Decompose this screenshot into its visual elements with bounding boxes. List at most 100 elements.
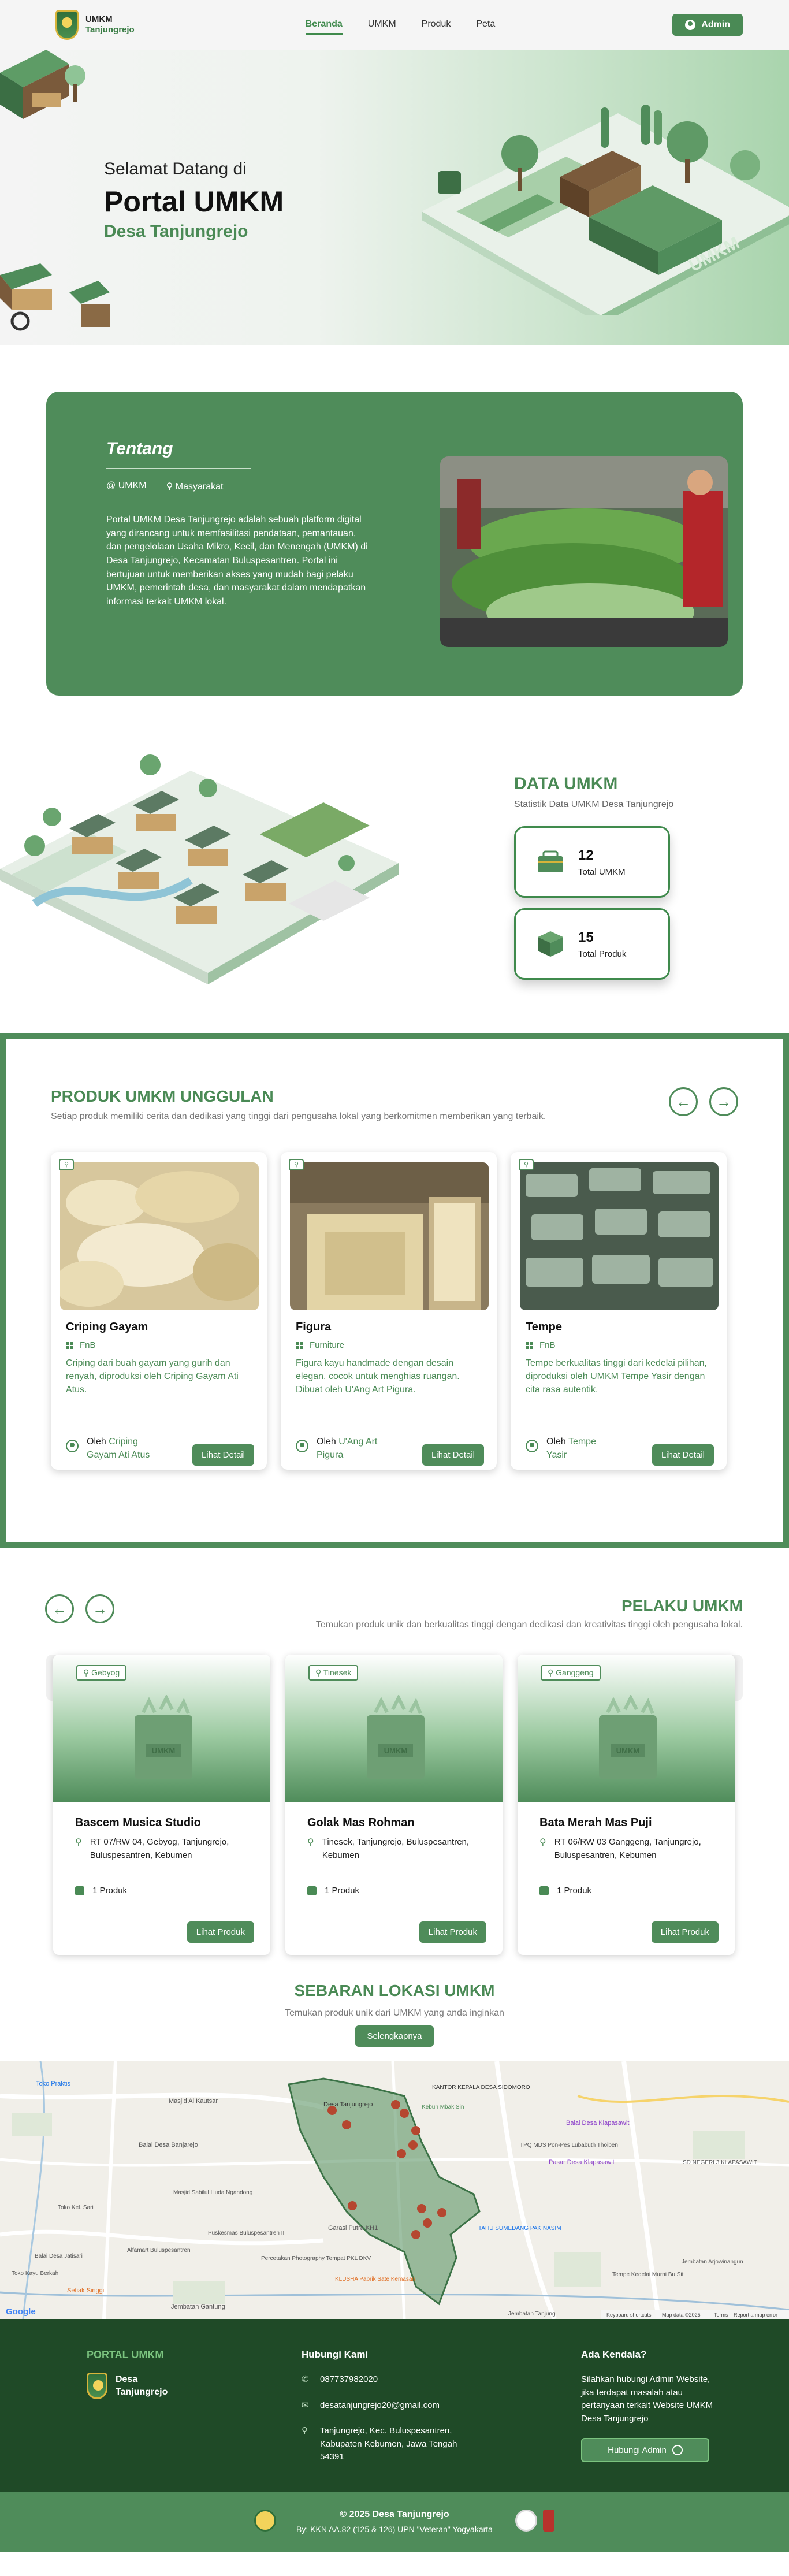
nav-peta[interactable]: Peta [476, 16, 495, 35]
footer-help-text: Silahkan hubungi Admin Website, jika ter… [581, 2374, 713, 2423]
shopping-bag-icon: UMKM [367, 1695, 425, 1779]
map-label: Masjid Sabilul Huda Ngandong [173, 2190, 252, 2196]
data-umkm-subtitle: Statistik Data UMKM Desa Tanjungrejo [514, 800, 674, 809]
about-tag-masyarakat: ⚲ Masyarakat [166, 482, 224, 492]
pelaku-next-button[interactable]: → [85, 1594, 114, 1623]
footer: PORTAL UMKM Desa Tanjungrejo Hubungi Kami… [0, 2319, 789, 2492]
product-card[interactable]: ⚲ Figura Furniture Figura kayu handmade … [281, 1152, 497, 1470]
village-emblem-icon [55, 10, 79, 40]
map-label: Toko Praktis [36, 2080, 70, 2087]
village-emblem-icon [87, 2373, 107, 2399]
owner-avatar-icon [66, 1440, 79, 1452]
brand-line1: UMKM [85, 14, 113, 24]
copyright-text: © 2025 Desa Tanjungrejo [340, 2510, 449, 2519]
stat-produk-label: Total Produk [578, 949, 627, 959]
navbar: UMKM Tanjungrejo Beranda UMKM Produk Pet… [0, 0, 789, 50]
product-category: FnB [66, 1340, 96, 1350]
main-nav: Beranda UMKM Produk Peta [305, 16, 495, 35]
map-pin-icon: ⚲ [75, 1838, 82, 1848]
map-report-error: Report a map error [734, 2312, 777, 2318]
brand-line2: Tanjungrejo [85, 25, 135, 35]
admin-button[interactable]: Admin [672, 14, 743, 36]
pelaku-card[interactable]: ⚲ Gebyog UMKM Bascem Musica Studio ⚲ RT 0… [53, 1655, 270, 1955]
pelaku-address: ⚲ Tinesek, Tanjungrejo, Buluspesantren, K… [307, 1836, 481, 1862]
box-icon [538, 931, 563, 957]
upn-emblem-icon [254, 2510, 276, 2532]
admin-label: Admin [701, 20, 730, 29]
map-label: Masjid Al Kautsar [169, 2098, 218, 2105]
product-name: Tempe [526, 1321, 562, 1333]
pelaku-name: Golak Mas Rohman [307, 1816, 415, 1829]
brand[interactable]: UMKM Tanjungrejo [55, 10, 135, 40]
map-label: Pasar Desa Klapasawit [549, 2159, 615, 2166]
map-label: Toko Kel. Sari [58, 2205, 94, 2211]
owner-avatar-icon [296, 1440, 308, 1452]
footer-phone[interactable]: 087737982020 [320, 2373, 378, 2387]
map-label: Desa Tanjungrejo [323, 2101, 373, 2108]
product-detail-button[interactable]: Lihat Detail [192, 1444, 254, 1466]
location-label: Gebyog [91, 1668, 120, 1677]
box-icon [307, 1886, 317, 1895]
product-category-label: FnB [80, 1340, 96, 1350]
featured-next-button[interactable]: → [709, 1087, 738, 1116]
nav-beranda[interactable]: Beranda [305, 16, 343, 35]
view-products-button[interactable]: Lihat Produk [419, 1921, 486, 1943]
market-stall-illustration [0, 50, 85, 119]
product-owner: Oleh U'Ang Art Pigura [296, 1435, 392, 1462]
map-label: Jembatan Gantung [171, 2303, 225, 2310]
footer-contact-title: Hubungi Kami [302, 2349, 369, 2360]
arrow-right-icon: → [716, 1092, 731, 1110]
about-section: Tentang @ UMKM ⚲ Masyarakat Portal UMKM … [0, 345, 789, 696]
footer-logo-line2: Tanjungrejo [116, 2387, 168, 2397]
footer-email[interactable]: desatanjungrejo20@gmail.com [320, 2399, 440, 2413]
product-category-label: Furniture [310, 1340, 345, 1350]
umkm-map[interactable]: Desa Tanjungrejo Toko Praktis Masjid Al … [0, 2061, 789, 2319]
pelaku-card[interactable]: ⚲ Tinesek UMKM Golak Mas Rohman ⚲ Tinesek… [285, 1655, 503, 1955]
data-umkm-section: DATA UMKM Statistik Data UMKM Desa Tanju… [0, 696, 789, 1033]
location-label: Ganggeng [556, 1668, 594, 1677]
product-image [520, 1162, 719, 1310]
featured-prev-button[interactable]: ← [669, 1087, 698, 1116]
stat-total-produk: 15 Total Produk [514, 908, 670, 980]
featured-title: PRODUK UMKM UNGGULAN [51, 1087, 274, 1105]
pelaku-address: ⚲ RT 06/RW 03 Ganggeng, Tanjungrejo, Bulu… [539, 1836, 713, 1862]
pelaku-address-text: RT 06/RW 03 Ganggeng, Tanjungrejo, Bulus… [554, 1837, 701, 1860]
cart-illustration [0, 263, 110, 331]
view-products-button[interactable]: Lihat Produk [187, 1921, 254, 1943]
view-products-button[interactable]: Lihat Produk [651, 1921, 719, 1943]
credit-text: By: KKN AA.82 (125 & 126) UPN "Veteran" … [296, 2525, 493, 2534]
footer-help-title: Ada Kendala? [581, 2349, 647, 2360]
map-label: TPQ MDS Pon-Pes Lubabuth Thoiben [520, 2142, 618, 2148]
ribbon-logo-icon [543, 2510, 554, 2532]
contact-admin-button[interactable]: Hubungi Admin [581, 2438, 709, 2462]
location-badge: ⚲ Ganggeng [541, 1665, 601, 1681]
pelaku-prev-button[interactable]: ← [45, 1594, 74, 1623]
nav-produk[interactable]: Produk [422, 16, 451, 35]
product-detail-button[interactable]: Lihat Detail [422, 1444, 484, 1466]
product-card[interactable]: ⚲ Tempe FnB Tempe berkualitas tinggi dar… [511, 1152, 727, 1470]
hero-title: Portal UMKM [104, 185, 284, 218]
nav-umkm[interactable]: UMKM [368, 16, 396, 35]
pelaku-address: ⚲ RT 07/RW 04, Gebyog, Tanjungrejo, Bulus… [75, 1836, 248, 1862]
product-card[interactable]: ⚲ Criping Gayam FnB Criping dari buah ga… [51, 1152, 267, 1470]
pelaku-title: PELAKU UMKM [621, 1597, 743, 1615]
kkn-emblem-icon [515, 2510, 537, 2532]
arrow-right-icon: → [92, 1600, 107, 1618]
map-label: Setiak Singgil [67, 2287, 106, 2294]
pelaku-card[interactable]: ⚲ Ganggeng UMKM Bata Merah Mas Puji ⚲ RT … [518, 1655, 735, 1955]
map-label: Balai Desa Klapasawit [566, 2120, 629, 2127]
featured-subtitle: Setiap produk memiliki cerita dan dedika… [51, 1112, 546, 1121]
map-label: Kebun Mbak Sin [422, 2104, 464, 2110]
pelaku-product-count: 1 Produk [307, 1886, 359, 1895]
village-isometric-illustration [0, 754, 399, 984]
product-description: Criping dari buah gayam yang gurih dan r… [66, 1358, 239, 1395]
arrow-left-icon: ← [676, 1092, 691, 1110]
map-canvas[interactable]: Desa Tanjungrejo Toko Praktis Masjid Al … [0, 2061, 789, 2319]
map-pin-icon: ⚲ [302, 2426, 308, 2436]
pelaku-product-count: 1 Produk [539, 1886, 591, 1895]
product-detail-button[interactable]: Lihat Detail [652, 1444, 714, 1466]
owner-avatar-icon [526, 1440, 538, 1452]
bag-label: UMKM [384, 1746, 407, 1755]
location-badge: ⚲ Tinesek [308, 1665, 359, 1681]
selengkapnya-button[interactable]: Selengkapnya [355, 2025, 434, 2047]
